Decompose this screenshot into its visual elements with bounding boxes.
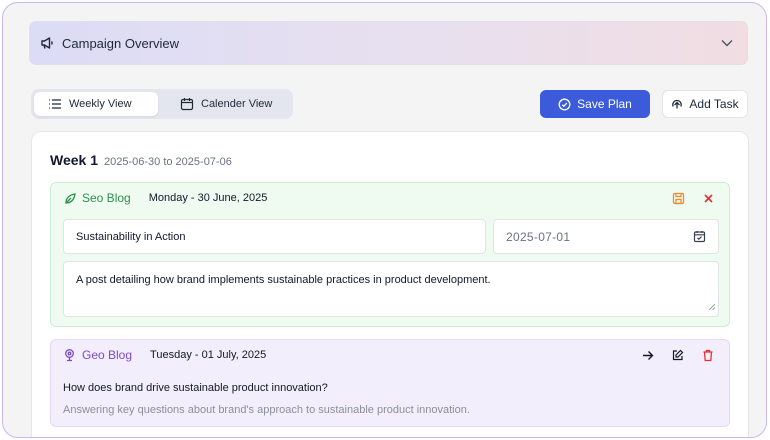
app-frame: Campaign Overview Weekly View Calender V…	[2, 2, 767, 438]
campaign-overview-accordion[interactable]: Campaign Overview	[29, 21, 748, 65]
view-toggle: Weekly View Calender View	[31, 89, 293, 119]
week-header: Week 1 2025-06-30 to 2025-07-06	[50, 152, 232, 168]
task-date: Monday - 30 June, 2025	[148, 192, 268, 204]
due-date-input[interactable]: 2025-07-01	[493, 219, 719, 254]
week-card: Week 1 2025-06-30 to 2025-07-06 Seo Blog…	[31, 131, 749, 437]
accordion-title: Campaign Overview	[62, 35, 180, 51]
task-actions	[641, 348, 715, 362]
task-answer: Answering key questions about brand's ap…	[63, 404, 470, 416]
tab-calendar-view[interactable]: Calender View	[158, 92, 282, 116]
week-range: 2025-06-30 to 2025-07-06	[104, 156, 232, 168]
save-plan-label: Save Plan	[577, 97, 632, 111]
description-value: A post detailing how brand implements su…	[76, 274, 491, 286]
task-header: Seo Blog Monday - 30 June, 2025	[63, 191, 267, 205]
list-icon	[48, 97, 62, 111]
calendar-picker-icon[interactable]	[693, 230, 706, 243]
week-label: Week 1	[50, 152, 98, 168]
add-task-label: Add Task	[689, 97, 739, 111]
tab-calendar-label: Calender View	[201, 98, 273, 110]
task-type: Geo Blog	[82, 348, 133, 362]
arrow-right-icon[interactable]	[641, 348, 655, 362]
task-title-input[interactable]: Sustainability in Action	[63, 219, 486, 254]
task-actions	[671, 191, 715, 205]
task-seo-blog: Seo Blog Monday - 30 June, 2025 Sustaina…	[50, 182, 730, 327]
task-type: Seo Blog	[82, 191, 131, 205]
close-icon[interactable]	[701, 191, 715, 205]
resize-handle-icon[interactable]	[708, 302, 716, 314]
check-circle-icon	[558, 98, 571, 111]
tab-weekly-label: Weekly View	[69, 98, 132, 110]
seo-leaf-icon	[63, 191, 77, 205]
tab-weekly-view[interactable]: Weekly View	[34, 92, 158, 116]
due-date-value: 2025-07-01	[506, 229, 571, 244]
chevron-down-icon[interactable]	[721, 39, 733, 47]
calendar-icon	[180, 97, 194, 111]
task-geo-blog: Geo Blog Tuesday - 01 July, 2025 How doe…	[50, 339, 730, 427]
trash-icon[interactable]	[701, 348, 715, 362]
task-description-textarea[interactable]: A post detailing how brand implements su…	[63, 261, 719, 317]
save-plan-button[interactable]: Save Plan	[540, 90, 650, 118]
save-icon[interactable]	[671, 191, 685, 205]
task-question: How does brand drive sustainable product…	[63, 382, 328, 394]
geo-pin-icon	[63, 348, 77, 362]
add-task-icon	[671, 98, 683, 110]
edit-icon[interactable]	[671, 348, 685, 362]
task-header: Geo Blog Tuesday - 01 July, 2025	[63, 348, 266, 362]
add-task-button[interactable]: Add Task	[662, 90, 748, 118]
task-date: Tuesday - 01 July, 2025	[150, 349, 267, 361]
megaphone-icon	[40, 35, 56, 51]
